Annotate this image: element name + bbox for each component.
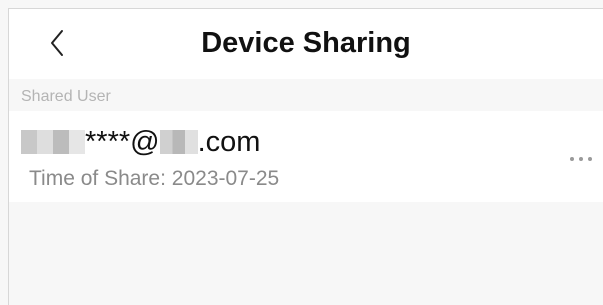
email-suffix: .com <box>197 125 261 158</box>
app-screen: Device Sharing Shared User ****@ .com Ti… <box>8 8 603 305</box>
page-title: Device Sharing <box>201 27 411 59</box>
nav-header: Device Sharing <box>9 9 603 79</box>
shared-user-row[interactable]: ****@ .com Time of Share: 2023-07-25 <box>9 111 603 202</box>
share-time-label: Time of Share: <box>29 167 166 190</box>
more-horizontal-icon <box>570 157 574 161</box>
email-visible-part: ****@ <box>85 125 160 158</box>
more-options-button[interactable] <box>563 147 599 171</box>
section-label-shared-user: Shared User <box>21 88 111 105</box>
redacted-text-image <box>159 130 198 154</box>
redacted-text-image <box>21 130 85 154</box>
share-time-value: 2023-07-25 <box>171 167 280 190</box>
user-email: ****@ .com <box>21 125 260 159</box>
share-time: Time of Share: 2023-07-25 <box>29 167 279 191</box>
